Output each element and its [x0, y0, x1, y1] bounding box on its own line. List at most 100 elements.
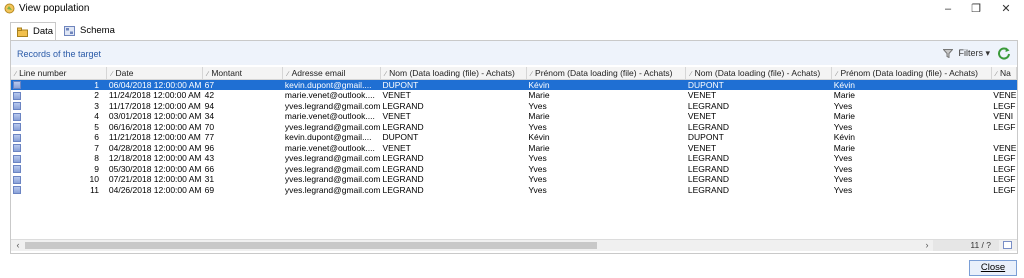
table-row[interactable]: 7 04/28/2018 12:00:00 AM 96 marie.venet@out…: [11, 143, 1017, 154]
column-header-label: Prénom (Data loading (file) - Achats): [535, 67, 673, 78]
filters-button[interactable]: Filters ▾: [943, 46, 990, 60]
schema-icon: [64, 26, 75, 36]
sort-icon: ∕: [384, 70, 387, 78]
line-number-cell: 2: [11, 90, 107, 101]
table-row[interactable]: 3 11/17/2018 12:00:00 AM 94 yves.legrand@gm…: [11, 101, 1017, 112]
line-number-cell: 10: [11, 174, 107, 185]
cell-nom1: DUPONT: [380, 79, 527, 90]
cell-date: 06/16/2018 12:00:00 AM: [108, 121, 202, 132]
refresh-icon[interactable]: [997, 46, 1011, 60]
column-header[interactable]: ∕ Line number: [11, 67, 108, 80]
cell-prenom1: Yves: [528, 100, 547, 111]
cell-email: yves.legrand@gmail.com: [284, 184, 381, 195]
line-number-cell: 6: [11, 132, 107, 143]
table-row[interactable]: 8 12/18/2018 12:00:00 AM 43 yves.legrand@gm…: [11, 153, 1017, 164]
cell-nom2: DUPONT: [687, 132, 724, 142]
cell-nom2: LEGRAND: [687, 121, 729, 132]
record-icon: [13, 91, 21, 100]
column-header[interactable]: ∕ Montant: [202, 67, 284, 80]
table-row[interactable]: 2 11/24/2018 12:00:00 AM 42 marie.venet@out…: [11, 90, 1017, 101]
cell-extra: LEGF: [993, 121, 1016, 132]
app-icon: [4, 3, 15, 14]
cell-extra: [991, 132, 1016, 143]
column-header[interactable]: ∕ Date: [106, 67, 204, 80]
cell-nom2: LEGRAND: [687, 174, 729, 184]
column-header[interactable]: ∕ Adresse email: [282, 67, 381, 80]
cell-prenom1: Yves: [528, 163, 547, 174]
cell-nom1: LEGRAND: [382, 100, 424, 111]
sort-icon: ∕: [530, 70, 533, 78]
column-header[interactable]: ∕ Prénom (Data loading (file) - Achats): [526, 67, 687, 80]
minimize-button[interactable]: –: [933, 0, 963, 18]
column-header-label: Nom (Data loading (file) - Achats): [389, 67, 515, 78]
filters-label: Filters: [958, 48, 984, 58]
maximize-button[interactable]: ❐: [961, 0, 991, 18]
sort-icon: ∕: [207, 70, 209, 78]
table-row[interactable]: 6 11/21/2018 12:00:00 AM 77 kevin.dupont@gm…: [11, 132, 1017, 143]
cell-nom2: VENET: [687, 90, 717, 100]
cell-prenom1: Marie: [528, 111, 550, 121]
cell-montant: 42: [204, 90, 215, 100]
column-header[interactable]: ∕ Na: [991, 67, 1017, 80]
cell-email: marie.venet@outlook....: [284, 111, 375, 121]
tab-schema[interactable]: Schema: [58, 22, 120, 40]
cell-nom2: DUPONT: [685, 79, 832, 90]
cell-montant: 70: [204, 121, 215, 132]
cell-montant: 31: [204, 174, 215, 184]
cell-nom1: LEGRAND: [382, 174, 424, 184]
cell-prenom2: Yves: [833, 121, 853, 132]
scroll-right-icon[interactable]: ›: [922, 240, 932, 251]
column-header[interactable]: ∕ Nom (Data loading (file) - Achats): [685, 67, 833, 80]
tab-data[interactable]: Data: [10, 22, 56, 40]
line-number: 7: [94, 142, 99, 153]
cell-extra: [991, 79, 1017, 90]
cell-prenom2: Kévin: [833, 132, 856, 142]
table-row[interactable]: 5 06/16/2018 12:00:00 AM 70 yves.legrand@gm…: [11, 122, 1017, 133]
record-icon: [13, 112, 21, 121]
horizontal-scrollbar[interactable]: ‹ › 11 / ?: [11, 239, 1017, 251]
column-header[interactable]: ∕ Prénom (Data loading (file) - Achats): [831, 67, 992, 80]
cell-nom2: LEGRAND: [687, 100, 729, 111]
record-icon: [13, 144, 21, 153]
scrollbar-thumb[interactable]: [25, 242, 597, 249]
cell-prenom2: Kévin: [831, 79, 992, 90]
scroll-left-icon[interactable]: ‹: [13, 240, 23, 251]
cell-extra: LEGF: [993, 163, 1016, 174]
cell-prenom2: Marie: [833, 90, 856, 100]
cell-nom1: LEGRAND: [382, 184, 424, 195]
sort-icon: ∕: [690, 70, 692, 78]
cell-nom1: LEGRAND: [382, 163, 424, 174]
close-button[interactable]: Close: [969, 260, 1017, 276]
cell-prenom1: Kévin: [528, 132, 550, 142]
record-icon: [13, 165, 21, 174]
record-icon: [13, 133, 21, 142]
cell-nom2: LEGRAND: [687, 163, 729, 174]
table-row[interactable]: 9 05/30/2018 12:00:00 AM 66 yves.legrand@gm…: [11, 164, 1017, 175]
filter-icon: [943, 49, 953, 59]
cell-extra: LEGF: [993, 153, 1016, 163]
header-row: ∕ Line number ∕ Date ∕ Montant ∕ Adresse email ∕…: [11, 67, 1017, 80]
table-row[interactable]: 10 07/21/2018 12:00:00 AM 31 yves.legrand@g…: [11, 174, 1017, 185]
grid-body: 1 06/04/2018 12:00:00 AM 67 kevin.dupont@gm…: [11, 79, 1017, 195]
records-grid: ∕ Line number ∕ Date ∕ Montant ∕ Adresse email ∕…: [11, 67, 1017, 239]
grid-settings-icon[interactable]: [1003, 241, 1012, 249]
table-row[interactable]: 11 04/26/2018 12:00:00 AM 69 yves.legrand@g…: [11, 185, 1017, 196]
cell-email: marie.venet@outlook....: [284, 142, 375, 153]
cell-prenom2: Marie: [833, 111, 856, 121]
cell-extra: LEGF: [993, 100, 1016, 111]
tab-label: Data: [33, 26, 54, 37]
cell-date: 04/26/2018 12:00:00 AM: [108, 184, 202, 195]
column-header-label: Adresse email: [291, 67, 346, 78]
column-header[interactable]: ∕ Nom (Data loading (file) - Achats): [380, 67, 527, 80]
line-number: 1: [94, 79, 99, 90]
line-number: 6: [94, 132, 99, 142]
record-icon: [13, 102, 21, 111]
cell-extra: LEGF: [993, 184, 1016, 195]
sort-icon: ∕: [287, 70, 289, 78]
record-counter: 11 / ?: [933, 240, 999, 251]
close-window-button[interactable]: ✕: [991, 0, 1021, 18]
column-header-label: Prénom (Data loading (file) - Achats): [840, 67, 978, 78]
cell-prenom2: Yves: [833, 184, 853, 195]
table-row[interactable]: 1 06/04/2018 12:00:00 AM 67 kevin.dupont@gm…: [11, 79, 1017, 90]
table-row[interactable]: 4 03/01/2018 12:00:00 AM 34 marie.venet@out…: [11, 111, 1017, 122]
